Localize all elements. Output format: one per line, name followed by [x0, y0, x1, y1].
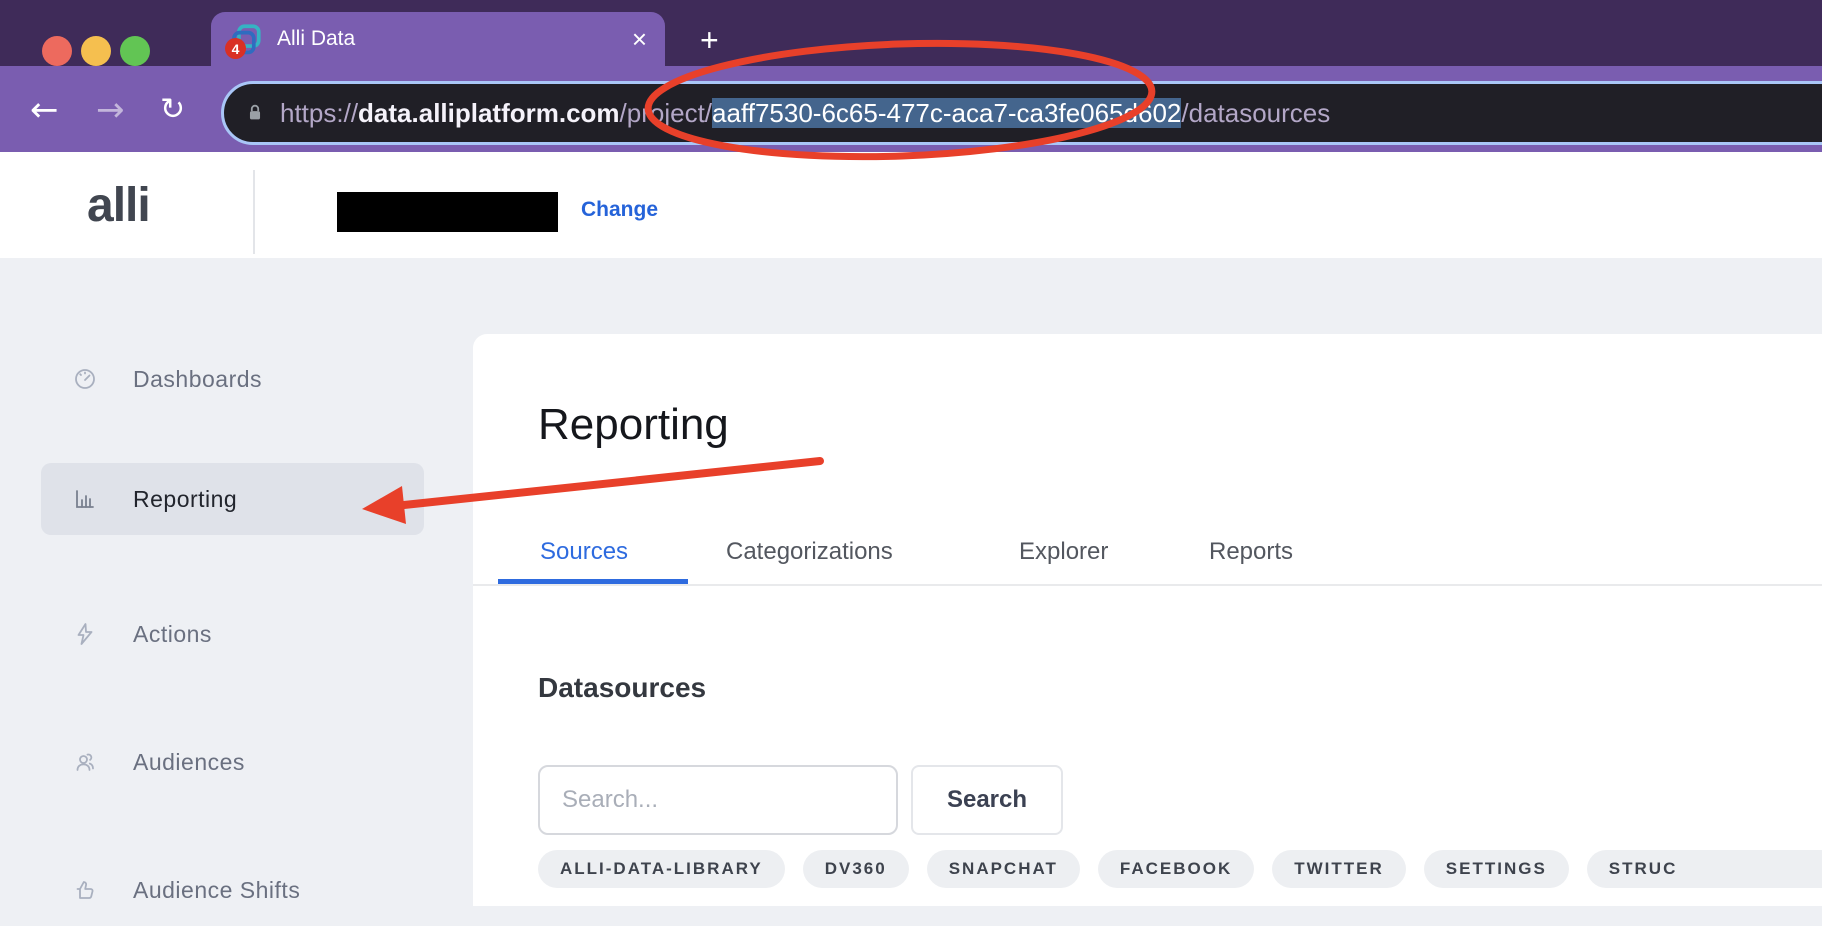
app-header: alli Change [0, 152, 1822, 258]
thumbs-up-icon [73, 878, 97, 902]
tab-categorizations[interactable]: Categorizations [726, 536, 893, 568]
new-tab-button[interactable]: + [700, 24, 719, 56]
notification-badge: 4 [225, 38, 246, 59]
sidebar-item-label: Actions [133, 621, 212, 648]
window-zoom-button[interactable] [120, 36, 150, 66]
lock-icon [244, 101, 266, 125]
forward-button[interactable]: → [96, 90, 125, 130]
redacted-project-name [337, 192, 558, 232]
browser-toolbar: ← → ↻ https://data.alliplatform.com/proj… [0, 66, 1822, 152]
sidebar-item-dashboards[interactable]: Dashboards [41, 343, 424, 415]
tab-close-icon[interactable]: × [632, 26, 647, 52]
tab-favicon: 4 [229, 22, 263, 56]
tabs-divider [473, 584, 1822, 586]
sidebar-item-audiences[interactable]: Audiences [41, 726, 424, 798]
url-path-before: /project/ [620, 98, 713, 128]
datasource-chips-row: ALLI-DATA-LIBRARY DV360 SNAPCHAT FACEBOO… [538, 850, 1822, 888]
chip-struc-cut[interactable]: STRUC [1587, 850, 1822, 888]
window-minimize-button[interactable] [81, 36, 111, 66]
sidebar-item-label: Audiences [133, 749, 245, 776]
people-icon [73, 750, 97, 774]
sidebar-item-actions[interactable]: Actions [41, 598, 424, 670]
page-body: Dashboards Reporting Actions Audiences A… [0, 258, 1822, 906]
search-button[interactable]: Search [911, 765, 1063, 835]
page-title: Reporting [538, 400, 729, 450]
search-input[interactable] [538, 765, 898, 835]
chip-alli-data-library[interactable]: ALLI-DATA-LIBRARY [538, 850, 785, 888]
chip-dv360[interactable]: DV360 [803, 850, 909, 888]
tab-reports[interactable]: Reports [1209, 536, 1293, 568]
gauge-icon [73, 367, 97, 391]
tab-sources[interactable]: Sources [540, 536, 628, 568]
chip-settings[interactable]: SETTINGS [1424, 850, 1569, 888]
sidebar-item-label: Audience Shifts [133, 877, 300, 904]
browser-titlebar: 4 Alli Data × + [0, 0, 1822, 66]
window-close-button[interactable] [42, 36, 72, 66]
chip-snapchat[interactable]: SNAPCHAT [927, 850, 1080, 888]
tab-explorer[interactable]: Explorer [1019, 536, 1108, 568]
url-scheme: https:// [280, 98, 358, 128]
bar-chart-icon [73, 487, 97, 511]
reload-button[interactable]: ↻ [160, 92, 185, 127]
chip-twitter[interactable]: TWITTER [1272, 850, 1406, 888]
address-bar[interactable]: https://data.alliplatform.com/project/aa… [221, 81, 1822, 145]
section-title: Datasources [538, 672, 706, 704]
header-divider [253, 170, 255, 254]
sidebar-item-label: Reporting [133, 486, 237, 513]
lightning-icon [73, 622, 97, 646]
back-button[interactable]: ← [30, 90, 59, 130]
alli-logo: alli [87, 178, 150, 233]
tab-title: Alli Data [277, 27, 632, 51]
sidebar-item-audience-shifts[interactable]: Audience Shifts [41, 854, 424, 926]
chip-facebook[interactable]: FACEBOOK [1098, 850, 1254, 888]
sidebar-item-label: Dashboards [133, 366, 262, 393]
sidebar-item-reporting[interactable]: Reporting [41, 463, 424, 535]
url-selected-project-id: aaff7530-6c65-477c-aca7-ca3fe065d602 [712, 98, 1181, 128]
content-card: Reporting Sources Categorizations Explor… [473, 334, 1822, 906]
url-text: https://data.alliplatform.com/project/aa… [280, 98, 1330, 129]
browser-tab[interactable]: 4 Alli Data × [211, 12, 665, 66]
change-project-link[interactable]: Change [581, 198, 658, 222]
url-path-after: /datasources [1181, 98, 1330, 128]
url-host: data.alliplatform.com [358, 98, 620, 128]
